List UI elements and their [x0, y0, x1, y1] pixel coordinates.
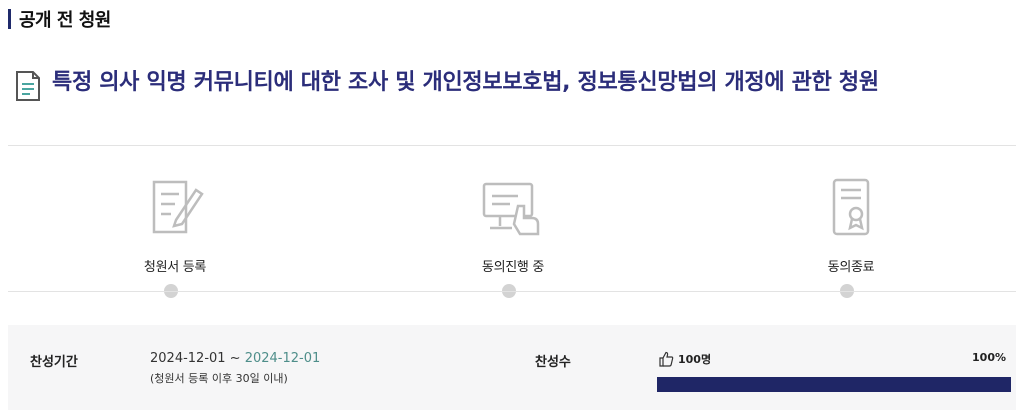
divider-steps — [8, 291, 1016, 292]
section-heading: 공개 전 청원 — [8, 6, 111, 32]
step-label: 동의종료 — [827, 260, 875, 275]
monitor-hand-icon — [482, 182, 540, 236]
thumbs-up-icon — [659, 351, 674, 367]
heading-accent-bar — [8, 9, 11, 29]
period-dates: 2024-12-01 ~ 2024-12-01 — [150, 351, 320, 366]
progress-fill — [657, 377, 1011, 392]
petition-title-block: 특정 의사 익명 커뮤니티에 대한 조사 및 개인정보보호법, 정보통신망법의 … — [14, 66, 1014, 102]
period-end: 2024-12-01 — [244, 351, 321, 366]
petition-info-panel: 찬성기간 2024-12-01 ~ 2024-12-01 (청원서 등록 이후 … — [8, 325, 1016, 410]
divider-top — [8, 145, 1016, 146]
period-note: (청원서 등록 이후 30일 이내) — [150, 372, 288, 385]
step-label: 청원서 등록 — [143, 260, 207, 275]
document-icon — [16, 71, 40, 101]
step-registration: 청원서 등록 — [95, 176, 255, 275]
document-pen-icon — [152, 180, 204, 234]
period-label: 찬성기간 — [30, 355, 78, 370]
section-title: 공개 전 청원 — [19, 10, 111, 31]
count-label: 찬성수 — [535, 355, 571, 370]
period-start: 2024-12-01 ~ — [150, 351, 245, 366]
progress-percent: 100% — [972, 351, 1006, 364]
like-count-value: 100명 — [678, 353, 712, 366]
step-label: 동의진행 중 — [481, 260, 545, 275]
step-complete: 동의종료 — [771, 176, 931, 275]
progress-bar — [657, 377, 1011, 392]
step-in-progress: 동의진행 중 — [433, 176, 593, 275]
petition-title: 특정 의사 익명 커뮤니티에 대한 조사 및 개인정보보호법, 정보통신망법의 … — [52, 70, 879, 95]
certificate-icon — [832, 178, 870, 236]
like-count: 100명 — [658, 351, 711, 367]
